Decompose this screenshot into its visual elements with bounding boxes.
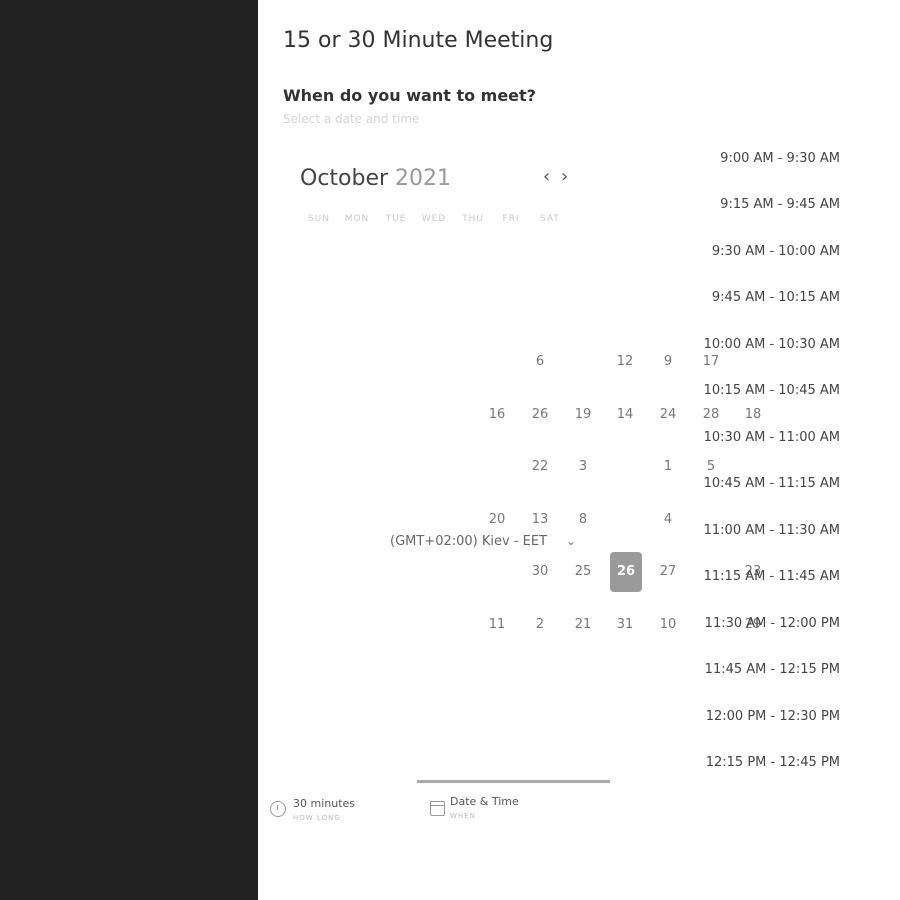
calendar-day[interactable]: 10 (652, 605, 684, 645)
weekday-fri: FRI (502, 214, 520, 224)
calendar-day[interactable]: 26 (524, 395, 556, 435)
chevron-down-icon[interactable]: ⌄ (566, 534, 576, 548)
datetime-label: Date & Time (450, 795, 519, 808)
calendar-day-selected[interactable]: 26 (610, 552, 642, 592)
calendar-day[interactable]: 6 (524, 342, 556, 382)
weekday-sun: SUN (307, 214, 331, 224)
time-slot[interactable]: 10:00 AM - 10:30 AM (704, 337, 840, 352)
scheduling-panel: 15 or 30 Minute Meeting When do you want… (258, 0, 900, 900)
year-label: 2021 (395, 166, 452, 191)
calendar-day[interactable]: 21 (567, 605, 599, 645)
chevron-right-icon[interactable]: › (561, 166, 568, 187)
weekday-sat: SAT (540, 214, 560, 224)
weekday-thu: THU (462, 214, 484, 224)
calendar-day[interactable]: 3 (567, 447, 599, 487)
time-slot[interactable]: 9:45 AM - 10:15 AM (712, 290, 840, 305)
time-slot[interactable]: 9:00 AM - 9:30 AM (720, 151, 840, 166)
time-slot[interactable]: 9:30 AM - 10:00 AM (712, 244, 840, 259)
month-year-label: October 2021 (300, 166, 451, 191)
calendar-day[interactable]: 16 (481, 395, 513, 435)
duration-label: 30 minutes (293, 797, 356, 810)
month-label: October (300, 166, 389, 191)
time-slot[interactable]: 11:45 AM - 12:15 PM (705, 662, 840, 677)
sidebar (0, 0, 258, 900)
weekday-mon: MON (344, 214, 370, 224)
clock-icon (270, 801, 286, 817)
duration-sub: HOW LONG (293, 814, 341, 822)
time-slot[interactable]: 12:15 PM - 12:45 PM (706, 755, 840, 770)
calendar-icon (430, 801, 445, 816)
calendar-day[interactable]: 19 (567, 395, 599, 435)
weekday-tue: TUE (385, 214, 407, 224)
time-slot[interactable]: 12:00 PM - 12:30 PM (706, 709, 840, 724)
calendar-day[interactable]: 4 (652, 500, 684, 540)
calendar-day[interactable]: 12 (609, 342, 641, 382)
calendar-day[interactable]: 18 (737, 395, 769, 435)
select-hint: Select a date and time (283, 112, 420, 126)
timezone-select[interactable]: (GMT+02:00) Kiev - EET (390, 534, 547, 549)
calendar-day[interactable]: 22 (524, 447, 556, 487)
calendar-day[interactable]: 30 (524, 552, 556, 592)
time-slot[interactable]: 10:15 AM - 10:45 AM (704, 383, 840, 398)
meeting-title: 15 or 30 Minute Meeting (283, 28, 554, 53)
time-slot[interactable]: 11:30 AM - 12:00 PM (705, 616, 840, 631)
calendar-day[interactable]: 1 (652, 447, 684, 487)
calendar-day[interactable]: 2 (524, 605, 556, 645)
calendar-day[interactable]: 31 (609, 605, 641, 645)
calendar-day[interactable]: 14 (609, 395, 641, 435)
calendar-day[interactable]: 28 (695, 395, 727, 435)
step-divider (417, 780, 610, 783)
time-slot[interactable]: 9:15 AM - 9:45 AM (720, 197, 840, 212)
calendar-day[interactable]: 24 (652, 395, 684, 435)
datetime-sub: WHEN (450, 812, 476, 820)
time-slot[interactable]: 11:00 AM - 11:30 AM (704, 523, 840, 538)
calendar-day[interactable]: 11 (481, 605, 513, 645)
calendar-day[interactable]: 9 (652, 342, 684, 382)
time-slot[interactable]: 10:45 AM - 11:15 AM (704, 476, 840, 491)
time-slot[interactable]: 10:30 AM - 11:00 AM (704, 430, 840, 445)
calendar-day[interactable]: 27 (652, 552, 684, 592)
weekday-wed: WED (421, 214, 447, 224)
calendar-day[interactable]: 25 (567, 552, 599, 592)
when-heading: When do you want to meet? (283, 86, 536, 105)
chevron-left-icon[interactable]: ‹ (543, 166, 550, 187)
time-slot[interactable]: 11:15 AM - 11:45 AM (704, 569, 840, 584)
